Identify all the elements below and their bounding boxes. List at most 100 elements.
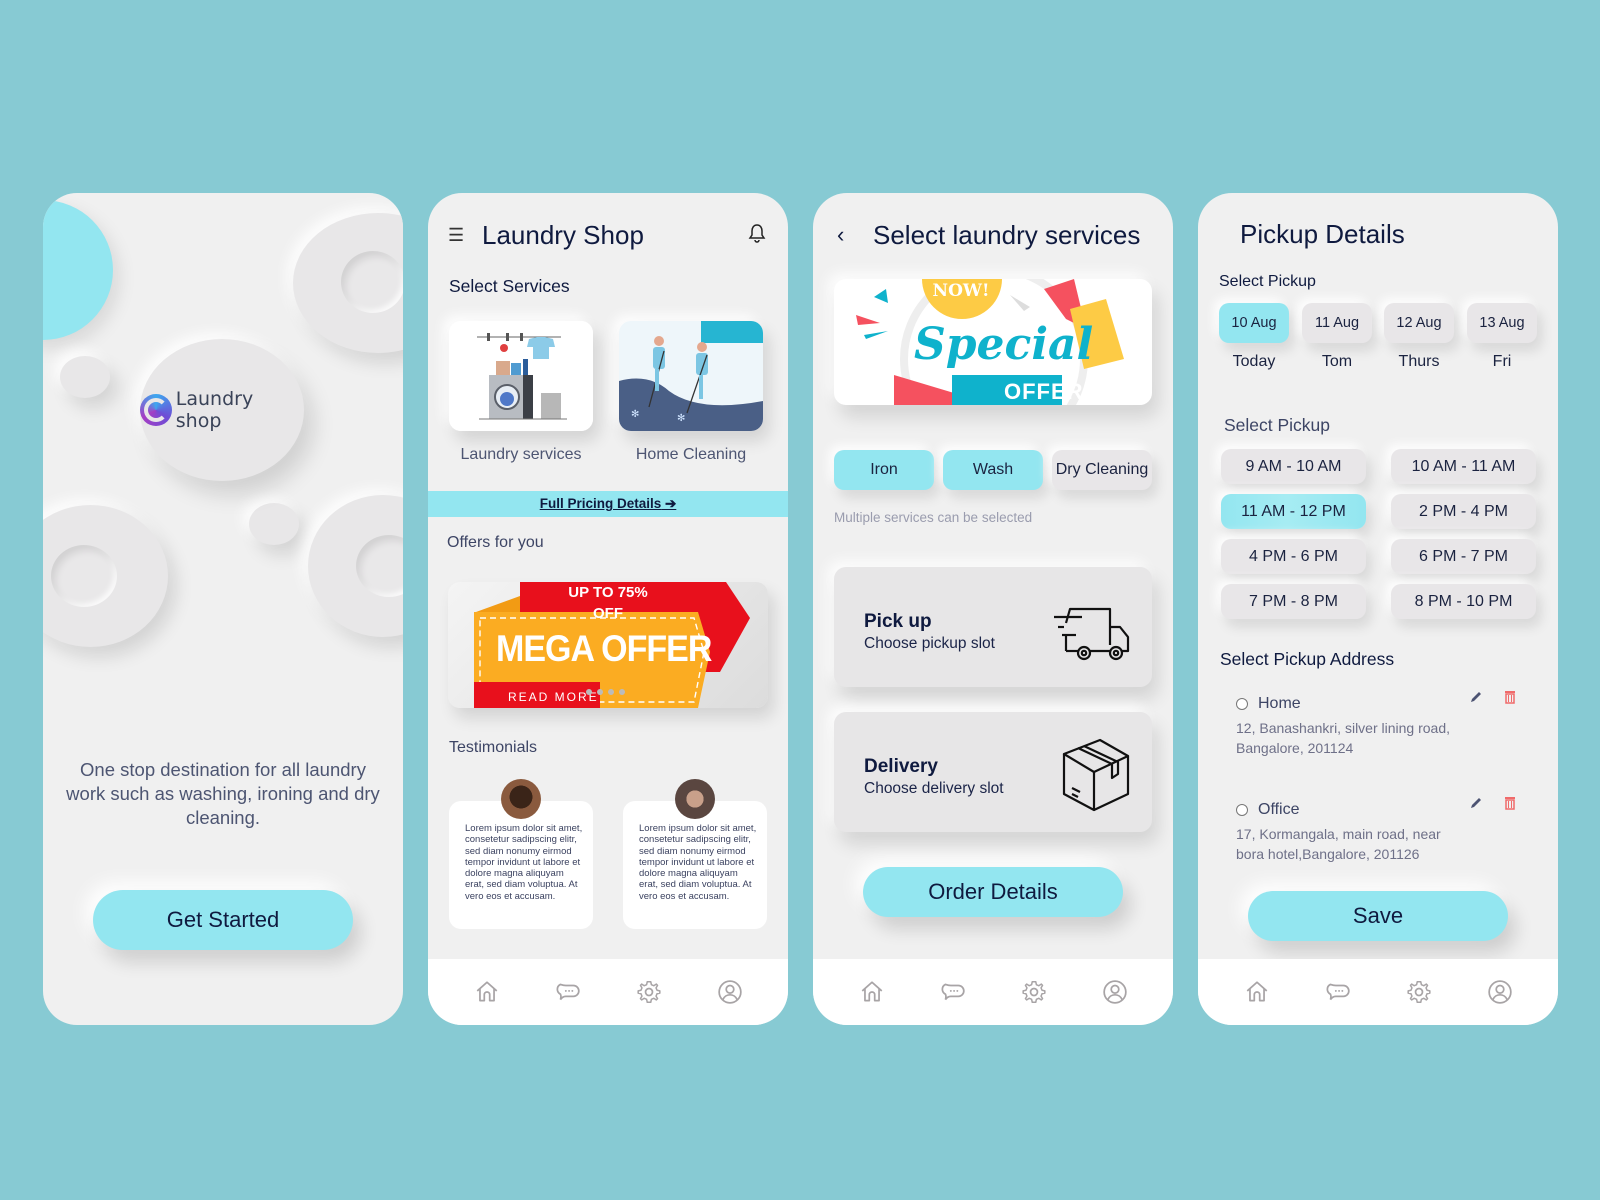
cleaning-illustration: ✻ ✻ — [619, 321, 763, 431]
home-cleaning-card[interactable]: ✻ ✻ — [619, 321, 763, 431]
time-slot[interactable]: 4 PM - 6 PM — [1221, 539, 1366, 574]
testimonial-card: Lorem ipsum dolor sit amet, consetetur s… — [623, 779, 767, 929]
laundry-illustration — [449, 321, 593, 431]
page-title: Select laundry services — [873, 219, 1141, 250]
chat-icon[interactable] — [939, 978, 967, 1006]
address-radio[interactable] — [1236, 804, 1248, 816]
time-slot[interactable]: 8 PM - 10 PM — [1391, 584, 1536, 619]
date-chip[interactable]: 10 Aug — [1219, 303, 1289, 343]
edit-pencil-icon[interactable] — [1468, 795, 1484, 811]
date-chip[interactable]: 13 Aug — [1467, 303, 1537, 343]
avatar — [675, 779, 715, 819]
select-services-screen: ‹ Select laundry services NOW! Special O… — [813, 193, 1173, 1025]
date-chip[interactable]: 11 Aug — [1302, 303, 1372, 343]
pricing-bar: Full Pricing Details ➔ — [428, 491, 788, 517]
back-chevron-icon[interactable]: ‹ — [837, 222, 857, 248]
testimonial-card: Lorem ipsum dolor sit amet, consetetur s… — [449, 779, 593, 929]
chip-wash[interactable]: Wash — [943, 450, 1043, 490]
tagline: One stop destination for all laundry wor… — [66, 759, 380, 828]
address-name: Office — [1258, 801, 1300, 818]
banner-now-text: NOW! — [932, 281, 990, 301]
home-icon[interactable] — [473, 978, 501, 1006]
profile-icon[interactable] — [716, 978, 744, 1006]
testimonial-text: Lorem ipsum dolor sit amet, consetetur s… — [639, 823, 757, 902]
chip-iron[interactable]: Iron — [834, 450, 934, 490]
carousel-dot[interactable] — [608, 689, 614, 695]
special-offer-banner[interactable]: NOW! Special OFFER — [834, 279, 1152, 405]
home-cleaning-label: Home Cleaning — [635, 446, 747, 463]
page-title: Pickup Details — [1240, 219, 1405, 249]
settings-icon[interactable] — [635, 978, 663, 1006]
address-item-home: Home 12, Banashankri, silver lining road… — [1236, 691, 1536, 758]
time-slot[interactable]: 10 AM - 11 AM — [1391, 449, 1536, 484]
bottom-nav — [428, 959, 788, 1025]
carousel-dot[interactable] — [597, 689, 603, 695]
offer-main-text: MEGA OFFER — [496, 628, 712, 670]
delete-trash-icon[interactable] — [1502, 689, 1518, 705]
laundry-services-label: Laundry services — [460, 446, 582, 463]
settings-icon[interactable] — [1020, 978, 1048, 1006]
address-heading: Select Pickup Address — [1220, 649, 1395, 669]
delivery-subtitle: Choose delivery slot — [864, 780, 1004, 797]
save-button[interactable]: Save — [1248, 891, 1508, 941]
app-header: ‹ Select laundry services — [813, 215, 1173, 255]
decorative-disc — [308, 495, 403, 637]
home-icon[interactable] — [858, 978, 886, 1006]
time-heading: Select Pickup — [1224, 415, 1331, 435]
delivery-title: Delivery — [864, 756, 938, 777]
date-chip[interactable]: 12 Aug — [1384, 303, 1454, 343]
carousel-dot[interactable] — [619, 689, 625, 695]
svg-text:✻: ✻ — [677, 413, 685, 424]
time-slot[interactable]: 2 PM - 4 PM — [1391, 494, 1536, 529]
time-slot[interactable]: 11 AM - 12 PM — [1221, 494, 1366, 529]
decorative-disc — [43, 505, 168, 647]
carousel-dots — [586, 689, 625, 695]
address-radio[interactable] — [1236, 698, 1248, 710]
time-slot[interactable]: 9 AM - 10 AM — [1221, 449, 1366, 484]
logo: Laundry shop — [140, 339, 304, 481]
home-screen: ☰ Laundry Shop Select Services ✻ ✻ Laund… — [428, 193, 788, 1025]
pickup-slot-card[interactable]: Pick up Choose pickup slot — [834, 567, 1152, 687]
decorative-cyan-circle — [43, 200, 113, 340]
splash-screen: Laundry shop One stop destination for al… — [43, 193, 403, 1025]
offers-heading: Offers for you — [447, 534, 544, 551]
banner-special-text: Special — [914, 319, 1094, 370]
home-icon[interactable] — [1243, 978, 1271, 1006]
multi-select-hint: Multiple services can be selected — [834, 510, 1033, 525]
laundry-services-card[interactable] — [449, 321, 593, 431]
get-started-button[interactable]: Get Started — [93, 890, 353, 950]
arrow-right-icon: ➔ — [661, 496, 677, 511]
bell-icon[interactable] — [748, 223, 766, 248]
testimonials-heading: Testimonials — [449, 739, 538, 756]
date-heading: Select Pickup — [1219, 273, 1316, 290]
address-item-office: Office 17, Kormangala, main road, near b… — [1236, 797, 1536, 864]
carousel-dot[interactable] — [586, 689, 592, 695]
svg-text:✻: ✻ — [631, 409, 639, 420]
avatar — [501, 779, 541, 819]
order-details-button[interactable]: Order Details — [863, 867, 1123, 917]
edit-pencil-icon[interactable] — [1468, 689, 1484, 705]
pickup-details-screen: Pickup Details Select Pickup 10 Aug 11 A… — [1198, 193, 1558, 1025]
time-slot[interactable]: 6 PM - 7 PM — [1391, 539, 1536, 574]
offer-top-text: UP TO 75% OFF — [568, 584, 648, 622]
swirl-logo-icon — [140, 394, 172, 426]
chat-icon[interactable] — [1324, 978, 1352, 1006]
day-label: Tom — [1321, 353, 1353, 370]
truck-icon — [1054, 607, 1130, 661]
day-label: Fri — [1492, 353, 1512, 370]
settings-icon[interactable] — [1405, 978, 1433, 1006]
profile-icon[interactable] — [1101, 978, 1129, 1006]
full-pricing-link[interactable]: Full Pricing Details ➔ — [540, 496, 677, 512]
logo-text: Laundry shop — [175, 388, 254, 432]
time-slot[interactable]: 7 PM - 8 PM — [1221, 584, 1366, 619]
delete-trash-icon[interactable] — [1502, 795, 1518, 811]
day-label: Thurs — [1398, 353, 1440, 370]
decorative-dot — [249, 503, 299, 545]
mega-offer-banner[interactable]: UP TO 75% OFF MEGA OFFER READ MORE — [448, 582, 768, 708]
delivery-slot-card[interactable]: Delivery Choose delivery slot — [834, 712, 1152, 832]
chat-icon[interactable] — [554, 978, 582, 1006]
chip-dry-cleaning[interactable]: Dry Cleaning — [1052, 450, 1152, 490]
hamburger-icon[interactable]: ☰ — [448, 226, 464, 244]
profile-icon[interactable] — [1486, 978, 1514, 1006]
box-icon — [1062, 738, 1130, 812]
